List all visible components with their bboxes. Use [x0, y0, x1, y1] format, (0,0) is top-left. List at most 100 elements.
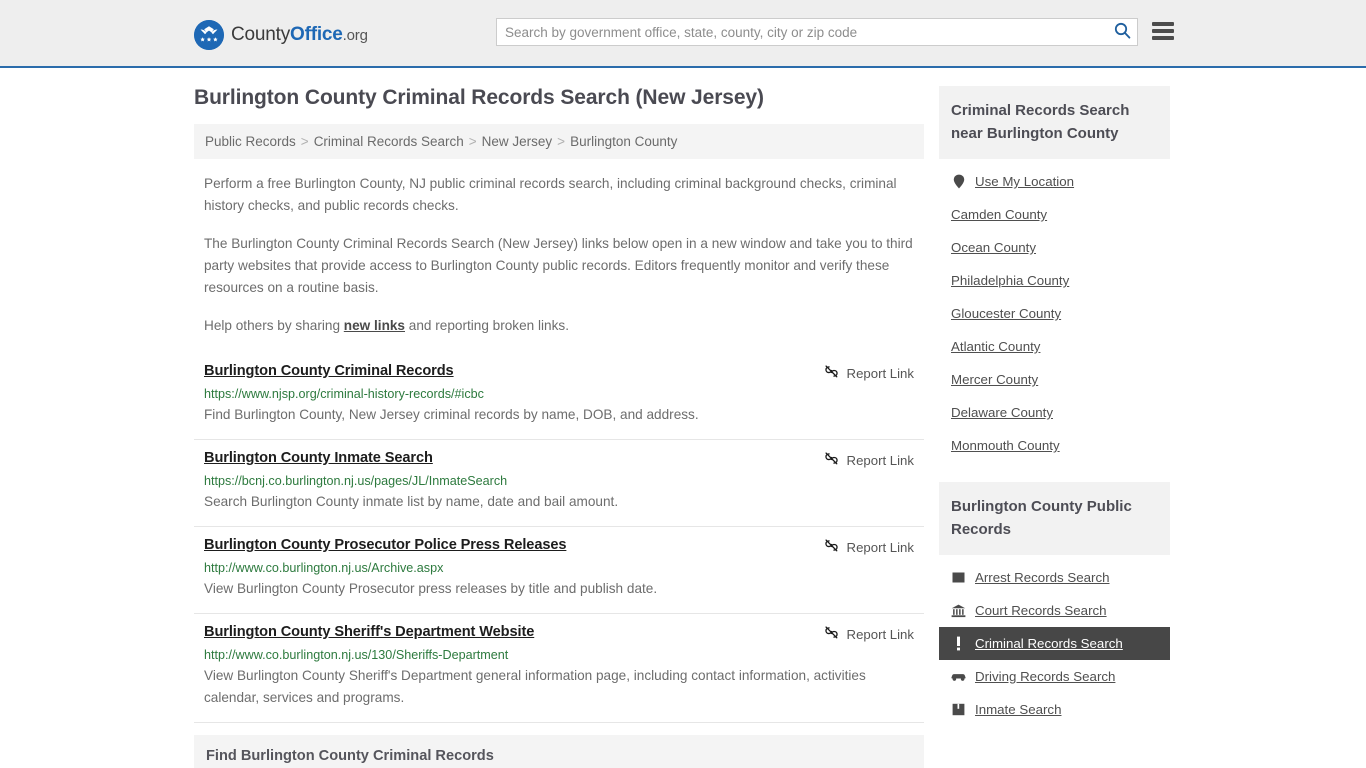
- intro-paragraph-2: The Burlington County Criminal Records S…: [204, 236, 913, 295]
- sidebar-item-label: Camden County: [951, 207, 1048, 222]
- sidebar-item-label: Gloucester County: [951, 306, 1062, 321]
- sidebar-public-records-list: Arrest Records Search Court Records Sear…: [939, 555, 1170, 730]
- sidebar-item-atlantic-county[interactable]: Atlantic County: [939, 330, 1170, 363]
- sidebar-public-records-heading: Burlington County Public Records: [939, 482, 1170, 555]
- report-link-label: Report Link: [846, 365, 914, 381]
- report-link-button[interactable]: Report Link: [824, 537, 914, 556]
- resource-link-description: Search Burlington County inmate list by …: [204, 494, 619, 509]
- breadcrumb-item-burlington-county[interactable]: Burlington County: [570, 134, 677, 149]
- sidebar-nearby-list: Use My Location Camden County Ocean Coun…: [939, 159, 1170, 466]
- sidebar-item-delaware-county[interactable]: Delaware County: [939, 396, 1170, 429]
- sidebar-item-mercer-county[interactable]: Mercer County: [939, 363, 1170, 396]
- breadcrumb-separator: >: [300, 134, 309, 149]
- map-pin-icon: [951, 174, 966, 189]
- sidebar-item-use-my-location[interactable]: Use My Location: [939, 165, 1170, 198]
- sidebar-item-label: Driving Records Search: [975, 669, 1116, 684]
- handcuffs-square-icon: [951, 570, 966, 585]
- sidebar-item-gloucester-county[interactable]: Gloucester County: [939, 297, 1170, 330]
- sidebar-item-driving-records-search[interactable]: Driving Records Search: [939, 660, 1170, 693]
- broken-link-icon: [824, 364, 839, 382]
- resource-link-url: https://bcnj.co.burlington.nj.us/pages/J…: [204, 474, 508, 488]
- sidebar-item-label: Court Records Search: [975, 603, 1107, 618]
- resource-link-list: Burlington County Criminal Records Repor…: [194, 353, 924, 723]
- exclamation-icon: [951, 636, 966, 651]
- courthouse-icon: [951, 603, 966, 618]
- broken-link-icon: [824, 451, 839, 469]
- resource-link-title[interactable]: Burlington County Inmate Search: [204, 450, 433, 466]
- logo-text-county: County: [231, 23, 291, 45]
- help-suffix: and reporting broken links.: [405, 318, 569, 333]
- logo-wordmark: CountyOffice.org: [231, 20, 368, 51]
- breadcrumb-item-criminal-records-search[interactable]: Criminal Records Search: [314, 134, 464, 149]
- breadcrumb-separator: >: [557, 134, 566, 149]
- sidebar-item-arrest-records-search[interactable]: Arrest Records Search: [939, 561, 1170, 594]
- car-icon: [951, 669, 966, 684]
- resource-link-item: Burlington County Inmate Search Report L…: [194, 440, 924, 527]
- find-records-heading: Find Burlington County Criminal Records: [206, 748, 494, 764]
- new-links-link[interactable]: new links: [344, 318, 405, 333]
- sidebar-nearby-heading: Criminal Records Search near Burlington …: [939, 86, 1170, 159]
- search-button[interactable]: [1107, 19, 1137, 45]
- find-records-section: Find Burlington County Criminal Records: [194, 735, 924, 768]
- report-link-label: Report Link: [846, 539, 914, 555]
- help-prefix: Help others by sharing: [204, 318, 344, 333]
- sidebar-item-label: Use My Location: [975, 174, 1075, 189]
- jail-icon: [951, 702, 966, 717]
- broken-link-icon: [824, 625, 839, 643]
- breadcrumb-item-public-records[interactable]: Public Records: [205, 134, 296, 149]
- resource-link-title[interactable]: Burlington County Criminal Records: [204, 363, 454, 379]
- report-link-label: Report Link: [846, 626, 914, 642]
- intro-text: Perform a free Burlington County, NJ pub…: [194, 173, 924, 337]
- sidebar: Criminal Records Search near Burlington …: [939, 86, 1170, 730]
- sidebar-item-label: Philadelphia County: [951, 273, 1070, 288]
- main-content: Burlington County Criminal Records Searc…: [194, 86, 924, 768]
- intro-paragraph-help: Help others by sharing new links and rep…: [204, 315, 914, 337]
- resource-link-title[interactable]: Burlington County Sheriff's Department W…: [204, 624, 534, 640]
- resource-link-item: Burlington County Criminal Records Repor…: [194, 353, 924, 440]
- breadcrumb-item-new-jersey[interactable]: New Jersey: [482, 134, 553, 149]
- report-link-button[interactable]: Report Link: [824, 363, 914, 382]
- search-input[interactable]: [497, 19, 1107, 45]
- sidebar-item-ocean-county[interactable]: Ocean County: [939, 231, 1170, 264]
- resource-link-url: http://www.co.burlington.nj.us/130/Sheri…: [204, 648, 509, 662]
- sidebar-item-label: Arrest Records Search: [975, 570, 1110, 585]
- sidebar-item-philadelphia-county[interactable]: Philadelphia County: [939, 264, 1170, 297]
- hamburger-bar: [1152, 22, 1174, 26]
- site-header: CountyOffice.org: [0, 0, 1366, 68]
- site-logo[interactable]: CountyOffice.org: [194, 19, 368, 51]
- resource-link-url: https://www.njsp.org/criminal-history-re…: [204, 387, 484, 401]
- sidebar-item-label: Ocean County: [951, 240, 1037, 255]
- hamburger-bar: [1152, 29, 1174, 33]
- page-title: Burlington County Criminal Records Searc…: [194, 86, 764, 109]
- hamburger-menu-icon[interactable]: [1152, 20, 1174, 42]
- resource-link-title[interactable]: Burlington County Prosecutor Police Pres…: [204, 537, 566, 553]
- report-link-button[interactable]: Report Link: [824, 624, 914, 643]
- sidebar-item-label: Delaware County: [951, 405, 1053, 420]
- resource-link-description: View Burlington County Prosecutor press …: [204, 581, 658, 596]
- resource-link-description: View Burlington County Sheriff's Departm…: [204, 668, 866, 705]
- sidebar-item-label: Atlantic County: [951, 339, 1041, 354]
- sidebar-item-inmate-search[interactable]: Inmate Search: [939, 693, 1170, 726]
- report-link-button[interactable]: Report Link: [824, 450, 914, 469]
- eagle-shield-icon: [194, 20, 224, 50]
- logo-text-org: .org: [342, 26, 368, 44]
- resource-link-item: Burlington County Sheriff's Department W…: [194, 614, 924, 723]
- breadcrumb: Public Records > Criminal Records Search > N…: [194, 124, 924, 159]
- search-bar[interactable]: [496, 18, 1138, 46]
- sidebar-item-criminal-records-search[interactable]: Criminal Records Search: [939, 627, 1170, 660]
- sidebar-item-label: Criminal Records Search: [975, 636, 1123, 651]
- report-link-label: Report Link: [846, 452, 914, 468]
- intro-paragraph-1: Perform a free Burlington County, NJ pub…: [204, 176, 897, 213]
- sidebar-item-court-records-search[interactable]: Court Records Search: [939, 594, 1170, 627]
- sidebar-item-camden-county[interactable]: Camden County: [939, 198, 1170, 231]
- sidebar-item-monmouth-county[interactable]: Monmouth County: [939, 429, 1170, 462]
- resource-link-item: Burlington County Prosecutor Police Pres…: [194, 527, 924, 614]
- breadcrumb-separator: >: [468, 134, 477, 149]
- hamburger-bar: [1152, 36, 1174, 40]
- broken-link-icon: [824, 538, 839, 556]
- sidebar-item-label: Monmouth County: [951, 438, 1060, 453]
- search-icon: [1114, 22, 1131, 42]
- sidebar-item-label: Mercer County: [951, 372, 1039, 387]
- sidebar-item-label: Inmate Search: [975, 702, 1062, 717]
- resource-link-url: http://www.co.burlington.nj.us/Archive.a…: [204, 561, 444, 575]
